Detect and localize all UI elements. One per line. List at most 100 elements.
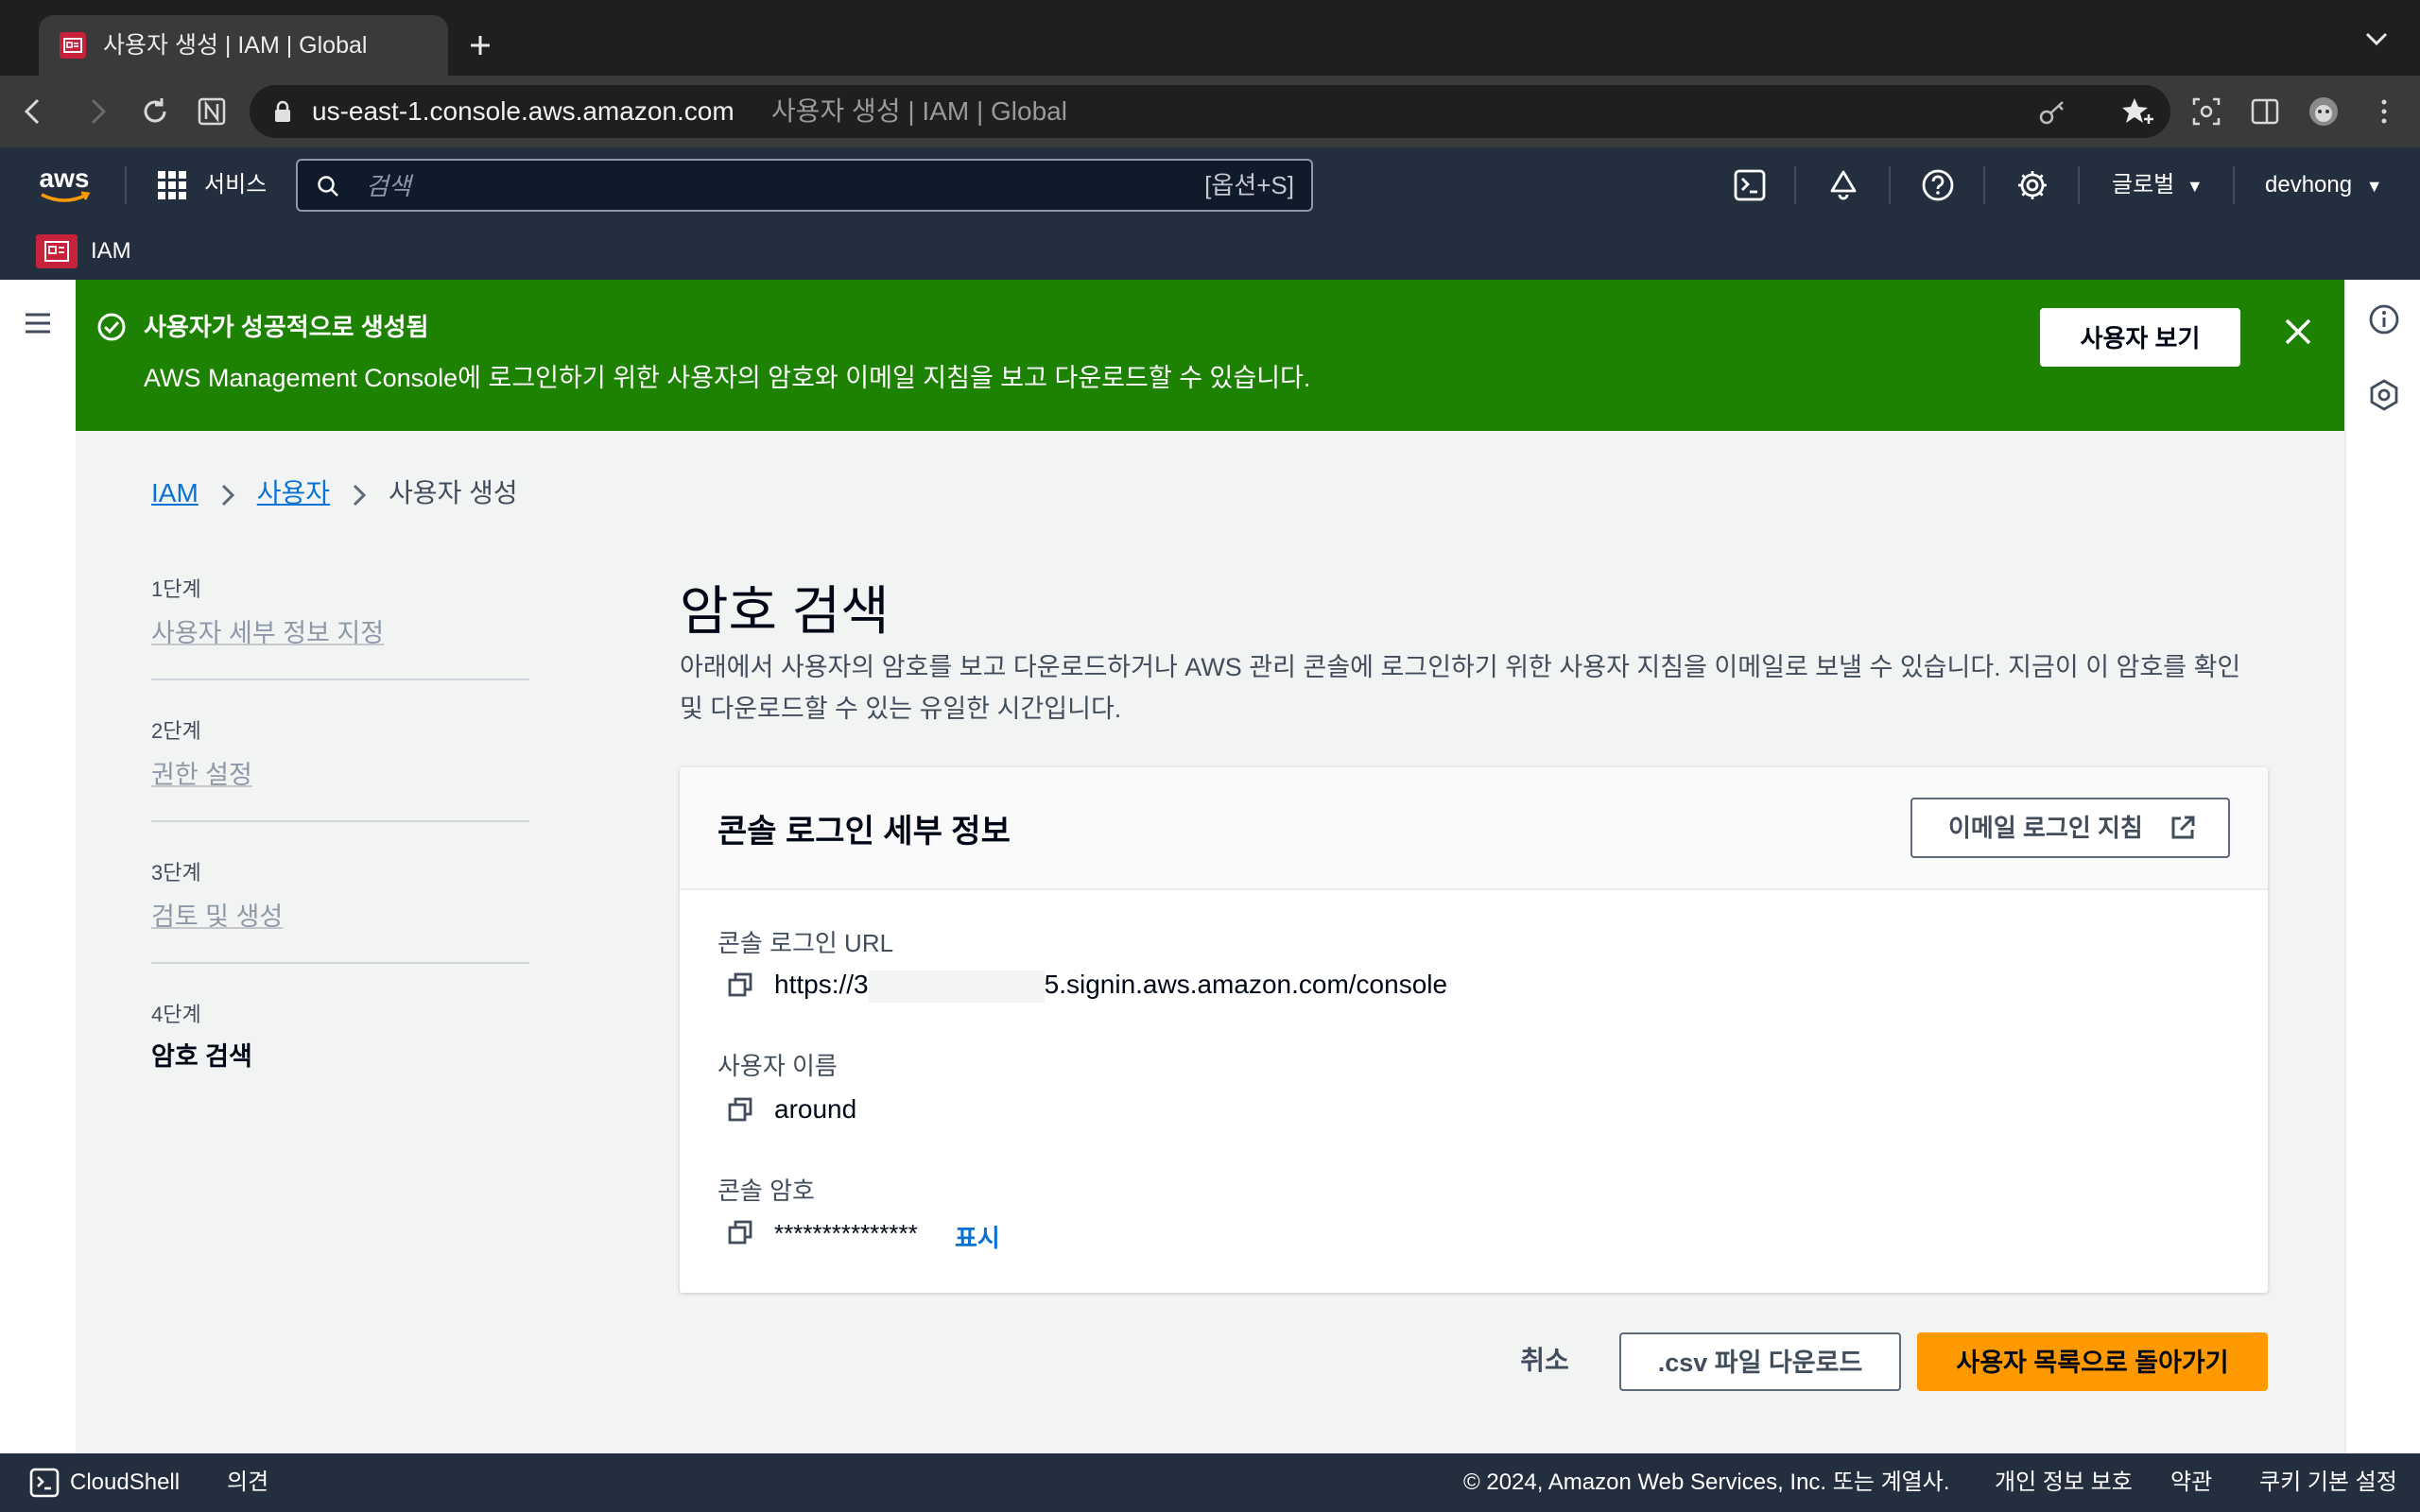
screenshot-icon[interactable] bbox=[2189, 94, 2223, 129]
browser-tabstrip: 사용자 생성 | IAM | Global bbox=[0, 0, 2420, 76]
privacy-link[interactable]: 개인 정보 보호 bbox=[1995, 1453, 2133, 1512]
terms-link[interactable]: 약관 bbox=[2170, 1453, 2212, 1512]
step-2-number: 2단계 bbox=[151, 719, 201, 743]
notion-extension-icon[interactable] bbox=[195, 94, 229, 129]
flash-title: 사용자가 성공적으로 생성됨 bbox=[144, 313, 429, 341]
cookie-preferences-link[interactable]: 쿠키 기본 설정 bbox=[2259, 1453, 2397, 1512]
close-icon[interactable] bbox=[2282, 316, 2314, 348]
aws-console-header: aws 서비스 [옵션+S] 글로벌 ▼ devhong ▼ bbox=[0, 147, 2420, 280]
caret-down-icon: ▼ bbox=[2186, 177, 2204, 196]
new-tab-icon[interactable] bbox=[463, 28, 497, 62]
page-title: 암호 검색 bbox=[680, 581, 890, 641]
info-icon[interactable] bbox=[2367, 302, 2401, 336]
login-url-value: https://3 5.signin.aws.amazon.com/console bbox=[774, 970, 1447, 1003]
page-description: 아래에서 사용자의 암호를 보고 다운로드하거나 AWS 관리 콘솔에 로그인하… bbox=[680, 653, 2241, 723]
back-icon[interactable] bbox=[17, 94, 51, 129]
left-navigation-rail bbox=[0, 280, 78, 1453]
redacted-account-id bbox=[868, 970, 1045, 1003]
chevron-down-icon[interactable] bbox=[2360, 26, 2394, 53]
header-divider bbox=[125, 166, 127, 204]
step-3-number: 3단계 bbox=[151, 861, 201, 885]
address-bar[interactable]: us-east-1.console.aws.amazon.com 사용자 생성 … bbox=[250, 85, 2170, 138]
key-icon[interactable] bbox=[2036, 94, 2070, 129]
password-label: 콘솔 암호 bbox=[717, 1177, 815, 1205]
search-icon bbox=[317, 175, 339, 198]
username-value: around bbox=[774, 1094, 857, 1124]
step-divider bbox=[151, 679, 529, 680]
url-page-title: 사용자 생성 | IAM | Global bbox=[771, 96, 1067, 126]
side-panel-icon[interactable] bbox=[2248, 94, 2282, 129]
chevron-right-icon bbox=[219, 482, 236, 508]
step-1-label[interactable]: 사용자 세부 정보 지정 bbox=[151, 612, 384, 649]
tab-title: 사용자 생성 | IAM | Global bbox=[103, 32, 368, 59]
breadcrumb-item-users[interactable]: 사용자 bbox=[257, 478, 330, 507]
service-label[interactable]: IAM bbox=[91, 234, 131, 268]
cancel-button[interactable]: 취소 bbox=[1507, 1331, 1582, 1391]
flash-message: AWS Management Console에 로그인하기 위한 사용자의 암호… bbox=[144, 364, 1311, 392]
search-shortcut: [옵션+S] bbox=[1204, 171, 1294, 199]
breadcrumb-item-create-user: 사용자 생성 bbox=[389, 478, 518, 507]
cloudshell-icon[interactable] bbox=[28, 1467, 60, 1499]
step-3-label[interactable]: 검토 및 생성 bbox=[151, 896, 283, 933]
login-url-label: 콘솔 로그인 URL bbox=[717, 929, 894, 957]
copy-url-icon[interactable] bbox=[727, 971, 753, 998]
login-url-prefix: https://3 bbox=[774, 970, 869, 999]
chevron-right-icon bbox=[351, 482, 368, 508]
console-search[interactable]: [옵션+S] bbox=[296, 159, 1313, 212]
copy-password-icon[interactable] bbox=[727, 1219, 753, 1246]
browser-menu-icon[interactable] bbox=[2367, 94, 2401, 129]
console-footer: CloudShell 의견 © 2024, Amazon Web Service… bbox=[0, 1453, 2420, 1512]
search-input[interactable] bbox=[364, 161, 1124, 212]
feedback-hexagon-icon[interactable] bbox=[2367, 378, 2401, 412]
hamburger-menu-icon[interactable] bbox=[21, 306, 55, 340]
caret-down-icon: ▼ bbox=[2365, 177, 2383, 196]
console-login-details-container: 콘솔 로그인 세부 정보 이메일 로그인 지침 콘솔 로그인 URL https… bbox=[680, 767, 2268, 1293]
settings-gear-icon[interactable] bbox=[2015, 168, 2049, 202]
reload-icon[interactable] bbox=[138, 94, 172, 129]
password-value: *************** bbox=[774, 1219, 918, 1247]
iam-favicon-icon bbox=[60, 32, 86, 59]
iam-service-icon[interactable] bbox=[36, 234, 78, 268]
notifications-bell-icon[interactable] bbox=[1826, 168, 1860, 202]
download-csv-button[interactable]: .csv 파일 다운로드 bbox=[1619, 1332, 1901, 1391]
url-host: us-east-1.console.aws.amazon.com bbox=[312, 96, 735, 126]
cloudshell-header-icon[interactable] bbox=[1733, 168, 1767, 202]
username-label: 사용자 이름 bbox=[717, 1052, 838, 1080]
email-instructions-button[interactable]: 이메일 로그인 지침 bbox=[1910, 798, 2230, 858]
aws-logo[interactable]: aws bbox=[34, 164, 95, 206]
profile-avatar-icon[interactable] bbox=[2307, 94, 2341, 129]
aws-logo-text: aws bbox=[40, 164, 90, 193]
container-title: 콘솔 로그인 세부 정보 bbox=[717, 814, 1011, 850]
step-divider bbox=[151, 820, 529, 822]
header-divider bbox=[2233, 166, 2235, 204]
lock-icon[interactable] bbox=[272, 100, 293, 123]
header-divider bbox=[1983, 166, 1985, 204]
forward-icon[interactable] bbox=[79, 94, 113, 129]
bookmark-star-icon[interactable] bbox=[2121, 94, 2155, 129]
header-divider bbox=[1794, 166, 1796, 204]
copyright-text: © 2024, Amazon Web Services, Inc. 또는 계열사… bbox=[1463, 1469, 1950, 1495]
copy-username-icon[interactable] bbox=[727, 1096, 753, 1123]
email-instructions-label: 이메일 로그인 지침 bbox=[1948, 814, 2143, 842]
step-2-label[interactable]: 권한 설정 bbox=[151, 754, 252, 791]
browser-toolbar: us-east-1.console.aws.amazon.com 사용자 생성 … bbox=[0, 76, 2420, 147]
view-user-button[interactable]: 사용자 보기 bbox=[2040, 308, 2240, 367]
header-divider bbox=[1889, 166, 1891, 204]
help-icon[interactable] bbox=[1921, 168, 1955, 202]
breadcrumb-item-iam[interactable]: IAM bbox=[151, 478, 199, 507]
region-label: 글로벌 bbox=[2112, 172, 2175, 198]
return-to-users-button[interactable]: 사용자 목록으로 돌아가기 bbox=[1917, 1332, 2268, 1391]
cloudshell-link[interactable]: CloudShell bbox=[70, 1453, 180, 1512]
success-check-icon bbox=[96, 312, 127, 342]
account-menu[interactable]: devhong ▼ bbox=[2265, 166, 2383, 205]
browser-tab[interactable]: 사용자 생성 | IAM | Global bbox=[39, 15, 448, 76]
external-link-icon bbox=[2169, 815, 2196, 841]
login-url-suffix: 5.signin.aws.amazon.com/console bbox=[1044, 970, 1448, 999]
region-selector[interactable]: 글로벌 ▼ bbox=[2112, 166, 2204, 205]
feedback-link[interactable]: 의견 bbox=[227, 1453, 268, 1512]
step-4-label: 암호 검색 bbox=[151, 1042, 252, 1071]
show-password-link[interactable]: 표시 bbox=[955, 1219, 1000, 1254]
user-label: devhong bbox=[2265, 172, 2353, 198]
header-divider bbox=[2078, 166, 2080, 204]
success-flashbar: 사용자가 성공적으로 생성됨 AWS Management Console에 로… bbox=[76, 280, 2344, 431]
